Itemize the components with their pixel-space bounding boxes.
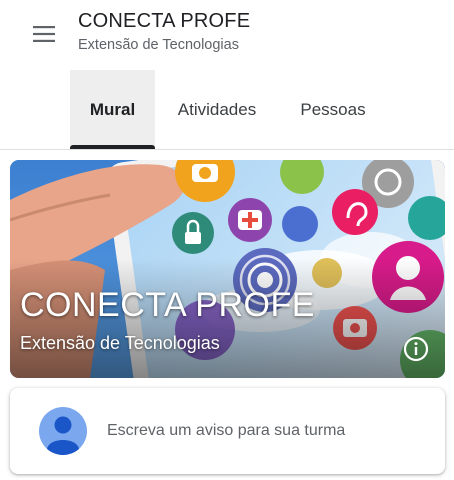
tab-label: Mural (89, 99, 136, 119)
banner-subtitle: Extensão de Tecnologias (20, 333, 220, 353)
banner-title: CONECTA PROFE (20, 286, 315, 324)
tab-bar: Mural Atividades Pessoas (0, 70, 454, 150)
tab-atividades[interactable]: Atividades (164, 70, 270, 149)
tab-label: Pessoas (300, 99, 366, 119)
user-avatar-icon (39, 407, 87, 455)
hamburger-menu-icon[interactable] (22, 16, 66, 52)
announcement-composer[interactable]: Escreva um aviso para sua turma (10, 388, 445, 474)
class-section: Extensão de Tecnologias (78, 37, 239, 53)
tab-label: Atividades (177, 99, 257, 119)
info-icon[interactable] (403, 336, 429, 362)
announcement-placeholder: Escreva um aviso para sua turma (107, 422, 346, 439)
classroom-app: CONECTA PROFE Extensão de Tecnologias Mu… (0, 0, 454, 480)
class-title: CONECTA PROFE (78, 10, 251, 32)
tab-pessoas[interactable]: Pessoas (288, 70, 378, 149)
class-banner: CONECTA PROFE Extensão de Tecnologias (10, 160, 445, 378)
top-app-bar: CONECTA PROFE Extensão de Tecnologias (0, 0, 454, 70)
tab-mural[interactable]: Mural (70, 70, 155, 149)
